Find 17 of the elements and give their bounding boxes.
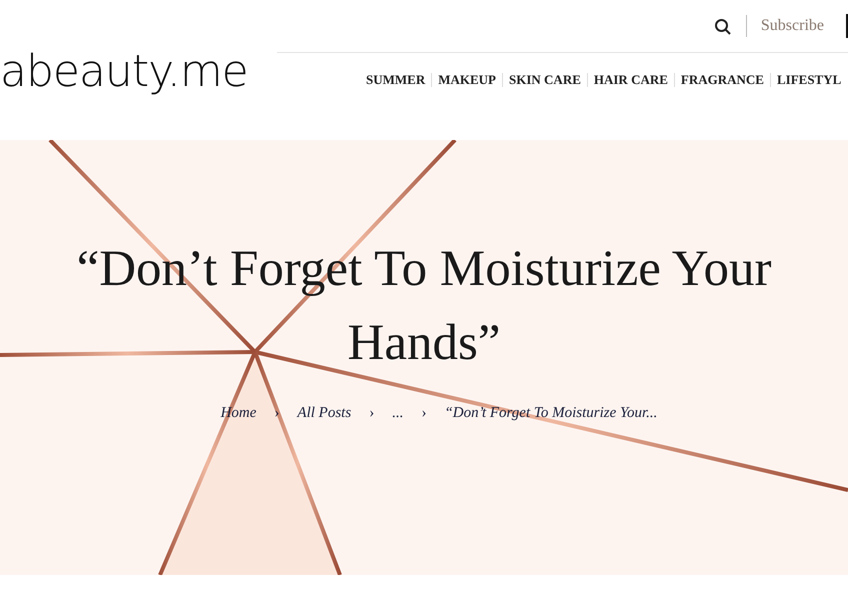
nav-link[interactable]: LIFESTYL — [776, 72, 842, 88]
breadcrumb-link[interactable]: Home — [220, 405, 256, 422]
search-icon[interactable] — [714, 18, 732, 36]
breadcrumb-link[interactable]: All Posts — [297, 405, 352, 422]
site-logo[interactable]: abeauty.me — [0, 0, 277, 140]
breadcrumb-current: “Don’t Forget To Moisturize Your... — [444, 405, 658, 422]
subscribe-link[interactable]: Subscribe — [760, 17, 824, 35]
breadcrumb-link[interactable]: ... — [392, 405, 404, 422]
breadcrumb-separator: › — [274, 405, 280, 422]
nav-link[interactable]: HAIR CARE — [594, 72, 668, 88]
nav-link[interactable]: SKIN CARE — [509, 72, 581, 88]
breadcrumb-separator: › — [421, 405, 426, 422]
nav-link[interactable]: MAKEUP — [438, 72, 496, 88]
page-title: “Don’t Forget To Moisturize Your Hands” — [76, 240, 772, 373]
nav-link[interactable]: SUMMER — [366, 72, 426, 88]
nav-link[interactable]: FRAGRANCE — [680, 72, 764, 88]
breadcrumb-separator: › — [369, 405, 374, 422]
